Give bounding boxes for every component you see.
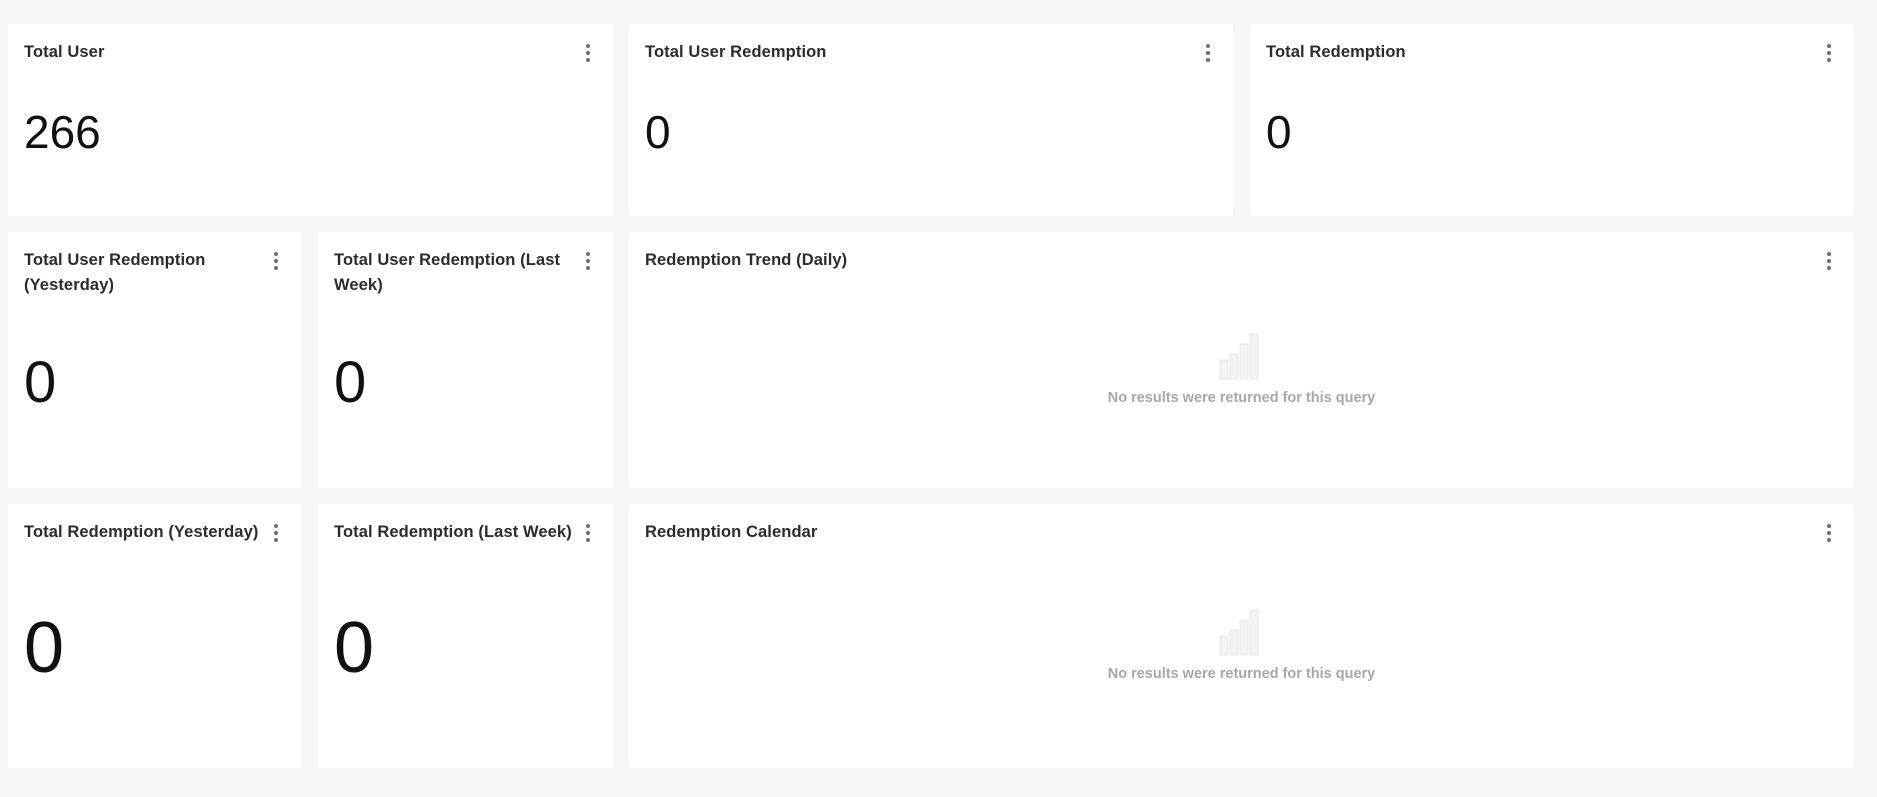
metric-value: 0 [645, 106, 671, 158]
bar-chart-icon [1219, 609, 1258, 656]
more-vertical-icon[interactable] [581, 251, 595, 271]
more-vertical-icon[interactable] [269, 251, 283, 271]
card-title: Total User Redemption (Last Week) [334, 251, 561, 294]
bar-chart-icon [1219, 333, 1258, 380]
metric-value: 0 [24, 608, 65, 688]
card-total-user-redemption-last-week: Total User Redemption (Last Week) 0 [318, 232, 613, 488]
more-vertical-icon[interactable] [1822, 523, 1836, 543]
card-title: Total Redemption (Yesterday) [24, 523, 259, 541]
empty-message: No results were returned for this query [1107, 666, 1376, 682]
card-total-redemption-last-week: Total Redemption (Last Week) 0 [318, 504, 613, 768]
card-total-user-redemption-yesterday: Total User Redemption (Yesterday) 0 [8, 232, 301, 488]
more-vertical-icon[interactable] [1822, 251, 1836, 271]
card-title: Total User [24, 43, 105, 61]
metric-value: 266 [24, 106, 101, 158]
card-title: Total User Redemption (Yesterday) [24, 251, 206, 294]
more-vertical-icon[interactable] [581, 43, 595, 63]
card-title: Total User Redemption [645, 43, 827, 61]
empty-state: No results were returned for this query [629, 332, 1854, 406]
card-title: Redemption Calendar [645, 523, 818, 541]
card-redemption-trend-daily: Redemption Trend (Daily) No results were… [629, 232, 1854, 488]
metric-value: 0 [1266, 106, 1292, 158]
card-title: Total Redemption (Last Week) [334, 523, 572, 541]
card-title: Redemption Trend (Daily) [645, 251, 848, 269]
metric-value: 0 [334, 350, 367, 415]
card-title: Total Redemption [1266, 43, 1406, 61]
card-total-user: Total User 266 [8, 24, 613, 216]
card-total-redemption: Total Redemption 0 [1250, 24, 1854, 216]
more-vertical-icon[interactable] [269, 523, 283, 543]
empty-message: No results were returned for this query [1107, 390, 1376, 406]
metric-value: 0 [24, 350, 57, 415]
empty-state: No results were returned for this query [629, 608, 1854, 682]
more-vertical-icon[interactable] [1822, 43, 1836, 63]
more-vertical-icon[interactable] [1201, 43, 1215, 63]
card-total-user-redemption: Total User Redemption 0 [629, 24, 1233, 216]
card-total-redemption-yesterday: Total Redemption (Yesterday) 0 [8, 504, 301, 768]
more-vertical-icon[interactable] [581, 523, 595, 543]
metric-value: 0 [334, 608, 375, 688]
card-redemption-calendar: Redemption Calendar No results were retu… [629, 504, 1854, 768]
